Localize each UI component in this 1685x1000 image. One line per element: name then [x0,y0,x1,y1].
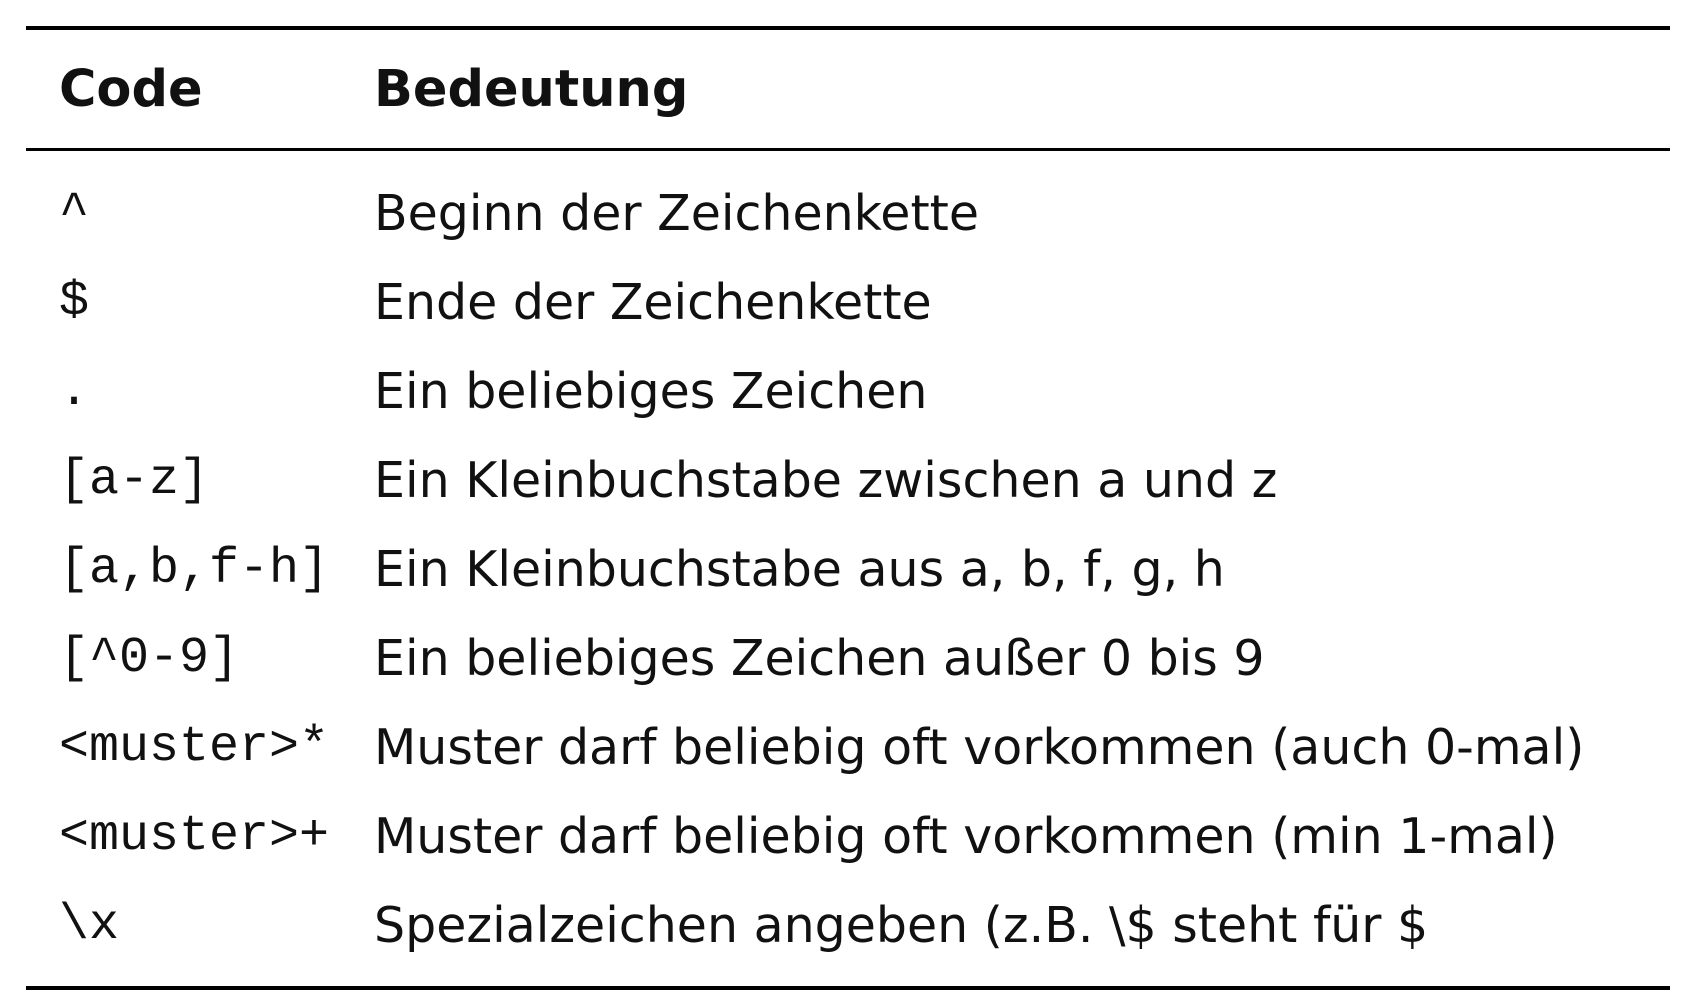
meaning-cell: Ein Kleinbuchstabe zwischen a und z [374,451,1278,509]
header-meaning: Bedeutung [374,59,689,119]
bottom-rule [26,985,1670,990]
meaning-cell: Ein Kleinbuchstabe aus a, b, f, g, h [374,540,1225,598]
table-row: <muster>+ Muster darf beliebig oft vorko… [26,792,1670,881]
meaning-cell: Spezialzeichen angeben (z.B. \$ steht fü… [374,896,1429,954]
code-cell: <muster>+ [59,807,330,865]
meaning-cell: Ein beliebiges Zeichen [374,362,928,420]
code-cell: <muster>* [59,718,330,776]
header-rule [26,148,1670,151]
code-cell: [a,b,f-h] [59,540,330,598]
regex-table: Code Bedeutung ^ Beginn der Zeichenkette… [26,26,1670,990]
meaning-cell: Muster darf beliebig oft vorkommen (min … [374,807,1558,865]
code-cell: ^ [59,184,90,242]
meaning-cell: Muster darf beliebig oft vorkommen (auch… [374,718,1585,776]
header-code: Code [59,59,203,119]
meaning-cell: Ein beliebiges Zeichen außer 0 bis 9 [374,629,1265,687]
code-cell: \x [59,896,120,954]
meaning-cell: Beginn der Zeichenkette [374,184,980,242]
table-row: [a,b,f-h] Ein Kleinbuchstabe aus a, b, f… [26,525,1670,614]
code-cell: $ [59,273,90,331]
table-header-row: Code Bedeutung [26,30,1670,148]
table-row: \x Spezialzeichen angeben (z.B. \$ steht… [26,881,1670,970]
table-row: $ Ende der Zeichenkette [26,258,1670,347]
code-cell: . [59,362,90,420]
table-row: ^ Beginn der Zeichenkette [26,169,1670,258]
code-cell: [^0-9] [59,629,240,687]
table-row: [^0-9] Ein beliebiges Zeichen außer 0 bi… [26,614,1670,703]
code-cell: [a-z] [59,451,210,509]
meaning-cell: Ende der Zeichenkette [374,273,932,331]
table-row: <muster>* Muster darf beliebig oft vorko… [26,703,1670,792]
table-row: . Ein beliebiges Zeichen [26,347,1670,436]
table-row: [a-z] Ein Kleinbuchstabe zwischen a und … [26,436,1670,525]
